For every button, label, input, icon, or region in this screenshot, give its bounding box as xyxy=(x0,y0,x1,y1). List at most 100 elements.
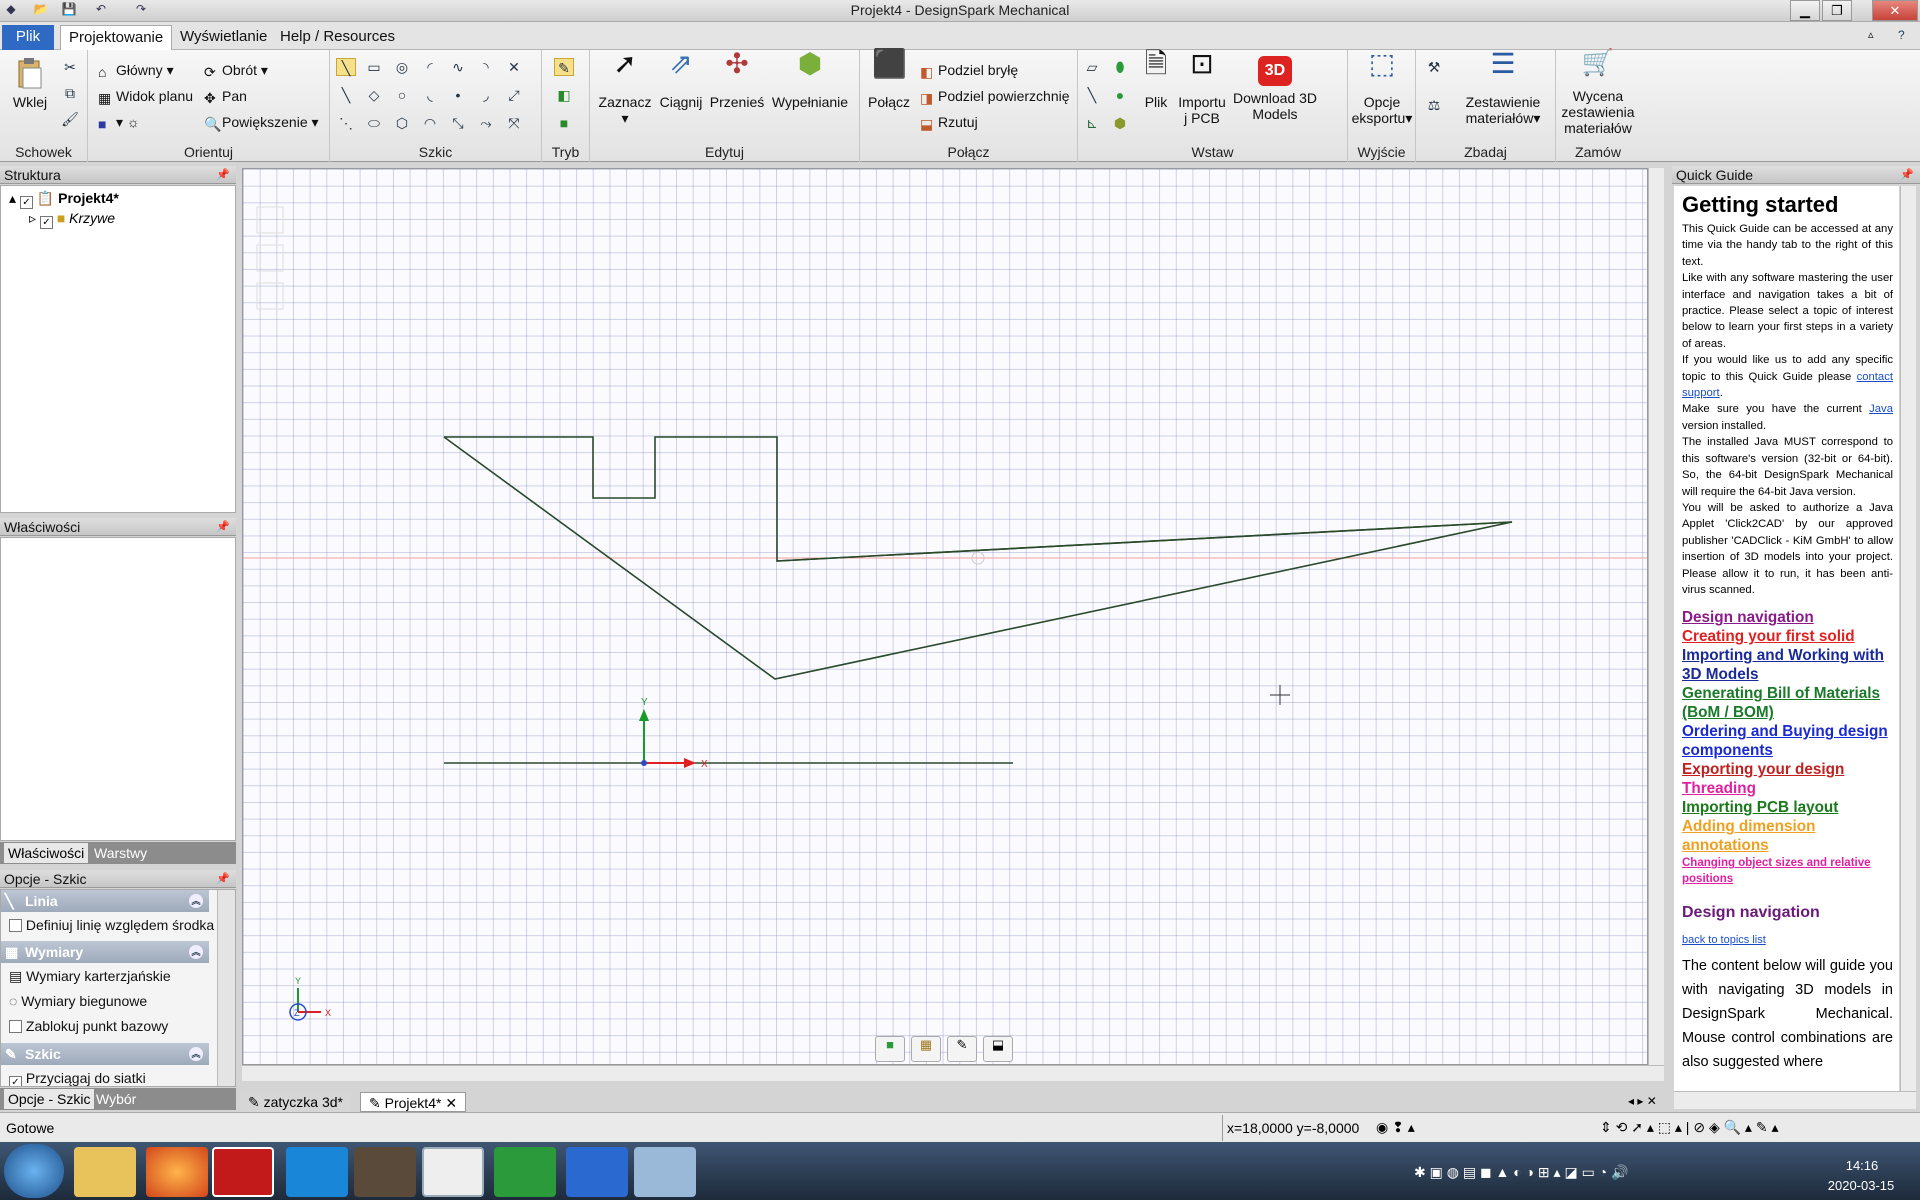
pin-icon[interactable]: 📌 xyxy=(216,870,230,888)
offset-icon[interactable]: ⤢ xyxy=(504,86,524,104)
gimp-icon[interactable] xyxy=(354,1147,416,1197)
sphere-icon[interactable]: ● xyxy=(1110,86,1130,104)
download-3d-button[interactable]: 3D Download 3D Models xyxy=(1228,56,1322,122)
line-tool-icon[interactable]: ╲ xyxy=(336,58,356,76)
checkbox[interactable] xyxy=(9,919,22,932)
construction-line-icon[interactable]: ⋱ xyxy=(336,114,356,132)
visibility-checkbox[interactable]: ✓ xyxy=(39,216,53,229)
trim-tool-icon[interactable]: ✕ xyxy=(504,58,524,76)
opera-icon[interactable] xyxy=(212,1147,274,1197)
clock-time[interactable]: 14:16 xyxy=(1822,1158,1902,1173)
fillet-icon[interactable]: ◞ xyxy=(476,86,496,104)
sketch-canvas[interactable]: Y X Y X Z xyxy=(243,169,1648,1065)
topic-link[interactable]: Changing object sizes and relative posit… xyxy=(1682,855,1899,887)
ellipse-tool-icon[interactable]: ⬭ xyxy=(364,114,384,132)
tab-layers[interactable]: Warstwy xyxy=(90,843,151,863)
split-line-icon[interactable]: ⤧ xyxy=(504,114,524,132)
move-button[interactable]: ✣ Przenieś xyxy=(708,50,766,111)
doc-tab-nav-icon[interactable]: ◂ ▸ ✕ xyxy=(1628,1094,1657,1108)
close-tab-icon[interactable]: ✕ xyxy=(445,1095,457,1111)
topic-link[interactable]: Adding dimension annotations xyxy=(1682,817,1899,855)
split-face-button[interactable]: ◨ Podziel powierzchnię xyxy=(920,88,1070,106)
close-icon[interactable]: ✕ xyxy=(1872,0,1918,21)
option-define-line-from-center[interactable]: Definiuj linię względem środka xyxy=(9,917,214,933)
polygon-tool-icon[interactable]: ⬡ xyxy=(392,114,412,132)
bom-button[interactable]: ☰ Zestawienie materiałów▾ xyxy=(1454,50,1552,127)
format-painter-icon[interactable]: 🖌 xyxy=(60,110,80,128)
cylinder-icon[interactable]: ⬮ xyxy=(1110,58,1130,76)
help-icon[interactable]: ? xyxy=(1898,28,1905,42)
three-point-circle-icon[interactable]: ○ xyxy=(392,86,412,104)
section-szkic[interactable]: ✎ Szkic ︽ xyxy=(1,1043,209,1065)
home-button[interactable]: ⌂ Główny ▾ xyxy=(98,62,174,80)
shell-icon[interactable]: ⬢ xyxy=(1110,114,1130,132)
topic-link[interactable]: Importing PCB layout xyxy=(1682,798,1899,817)
three-point-arc-icon[interactable]: ◠ xyxy=(420,114,440,132)
back-to-topics-link[interactable]: back to topics list xyxy=(1682,934,1766,946)
explorer-icon[interactable] xyxy=(74,1147,136,1197)
viewport-vscroll[interactable] xyxy=(1648,168,1664,1065)
topic-link[interactable]: Generating Bill of Materials (BoM / BOM) xyxy=(1682,684,1899,722)
extend-icon[interactable]: ⤡ xyxy=(448,114,468,132)
paste-button[interactable]: Wklej xyxy=(6,56,54,110)
topic-link[interactable]: Design navigation xyxy=(1682,608,1899,627)
section-linia[interactable]: ╲ Linia ︽ xyxy=(1,890,209,912)
tab-help-resources[interactable]: Help / Resources xyxy=(272,25,403,50)
topic-link[interactable]: Threading xyxy=(1682,779,1899,798)
tray-icons[interactable]: ✱ ▣ ◍ ▤ ◼ ▲ ◐ ◑ ⊞ ▴ ◪ ▭ ◔ 🔊 xyxy=(1414,1164,1628,1181)
java-link[interactable]: Java xyxy=(1869,403,1893,415)
tab-plik[interactable]: Plik xyxy=(2,25,54,50)
tangent-line-icon[interactable]: ╲ xyxy=(336,86,356,104)
paint-icon[interactable] xyxy=(634,1147,696,1197)
3d-mode-icon[interactable]: ■ xyxy=(554,114,574,132)
export-options-button[interactable]: ⬚ Opcje eksportu▾ xyxy=(1350,50,1414,127)
tangent-arc-icon[interactable]: ◝ xyxy=(476,58,496,76)
doc-tab-projekt4[interactable]: ✎ Projekt4* ✕ xyxy=(360,1092,467,1112)
sketch-mode-icon[interactable]: ✎ xyxy=(554,58,574,76)
option-snap-to-grid[interactable]: ✓ Przyciągaj do siatki xyxy=(9,1070,146,1086)
topic-link[interactable]: Importing and Working with 3D Models xyxy=(1682,646,1899,684)
option-polar-dimensions[interactable]: ◌ Wymiary biegunowe xyxy=(9,993,147,1009)
tab-sketch-options[interactable]: Opcje - Szkic xyxy=(4,1089,95,1109)
point-tool-icon[interactable]: • xyxy=(448,86,468,104)
tab-properties[interactable]: Właściwości xyxy=(4,843,89,863)
origin-icon[interactable]: ⊾ xyxy=(1082,114,1102,132)
topic-link[interactable]: Creating your first solid xyxy=(1682,627,1899,646)
minimize-icon[interactable]: ▁ xyxy=(1790,0,1820,21)
topic-link[interactable]: Ordering and Buying design components xyxy=(1682,722,1899,760)
topic-link[interactable]: Exporting your design xyxy=(1682,760,1899,779)
visibility-checkbox[interactable]: ✓ xyxy=(19,196,33,209)
select-button[interactable]: ➚ Zaznacz ▾ xyxy=(596,50,654,127)
tab-projektowanie[interactable]: Projektowanie xyxy=(60,25,173,50)
status-icons[interactable]: ◉ ❢ ▴ xyxy=(1376,1119,1415,1136)
clock-date[interactable]: 2020-03-15 xyxy=(1806,1178,1916,1193)
viewport-hscroll[interactable] xyxy=(242,1065,1664,1081)
tab-wyswietlanie[interactable]: Wyświetlanie xyxy=(172,25,275,50)
axis-icon[interactable]: ╲ xyxy=(1082,86,1102,104)
sweep-arc-icon[interactable]: ◟ xyxy=(420,86,440,104)
measure-icon[interactable]: ⚒ xyxy=(1424,58,1444,76)
combine-button[interactable]: ⬛ Połącz xyxy=(864,50,914,111)
copy-icon[interactable]: ⧉ xyxy=(60,84,80,102)
split-body-button[interactable]: ◧ Podziel bryłę xyxy=(920,62,1018,80)
fill-button[interactable]: ⬢ Wypełnianie xyxy=(766,50,854,111)
quick-guide-vscroll[interactable] xyxy=(1900,186,1916,1091)
calc-icon[interactable] xyxy=(494,1147,556,1197)
pin-icon[interactable]: 📌 xyxy=(216,166,230,184)
plan-view-button[interactable]: ▦ Widok planu xyxy=(98,88,193,106)
pencil-icon[interactable]: ✎ xyxy=(947,1036,977,1062)
circle-tool-icon[interactable]: ◎ xyxy=(392,58,412,76)
three-point-rect-icon[interactable]: ◇ xyxy=(364,86,384,104)
section-mode-icon[interactable]: ◧ xyxy=(554,86,574,104)
bend-icon[interactable]: ⤳ xyxy=(476,114,496,132)
quick-guide-hscroll[interactable] xyxy=(1674,1091,1916,1109)
option-lock-base-point[interactable]: Zablokuj punkt bazowy xyxy=(9,1018,168,1034)
pin-icon[interactable]: 📌 xyxy=(1900,166,1914,184)
pan-button[interactable]: ✥ Pan xyxy=(204,88,247,106)
checkbox[interactable] xyxy=(9,1020,22,1033)
sketch-grid-icon[interactable]: ▦ xyxy=(911,1036,941,1062)
zoom-button[interactable]: 🔍Powiększenie ▾ xyxy=(204,114,319,132)
status-tools-icons[interactable]: ⇕ ⟲ ➚ ▴ ⬚ ▴ | ⊘ ◈ 🔍 ▴ ✎ ▴ xyxy=(1600,1119,1779,1136)
checkbox[interactable]: ✓ xyxy=(9,1076,22,1086)
firefox-icon[interactable] xyxy=(146,1147,208,1197)
